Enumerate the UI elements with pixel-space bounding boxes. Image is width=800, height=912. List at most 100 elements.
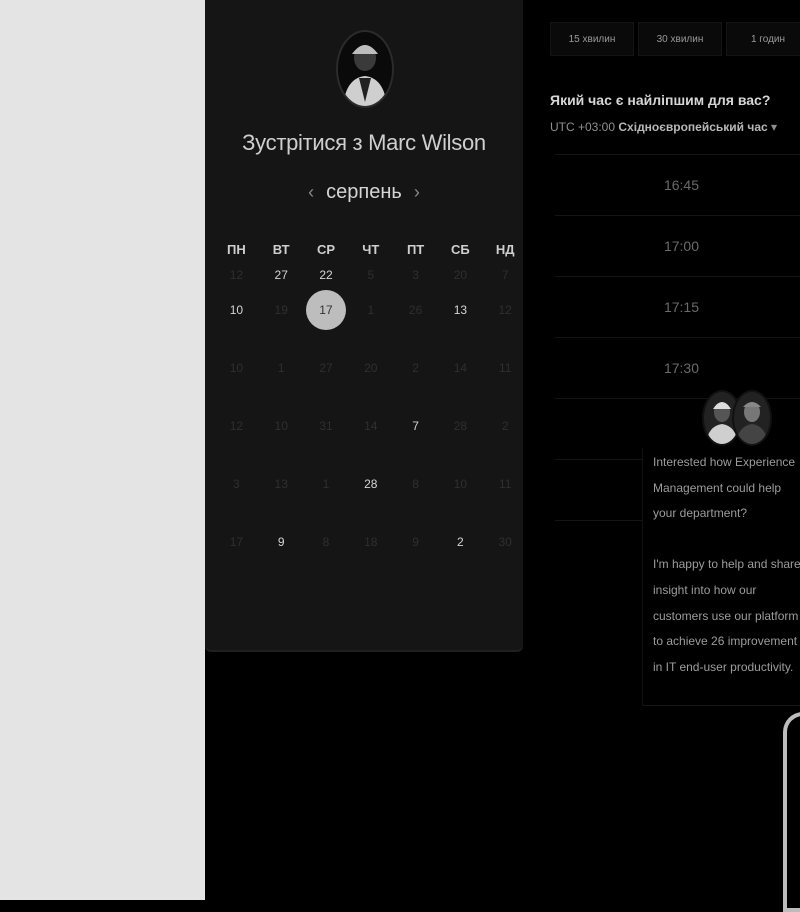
chevron-down-icon: ▾	[771, 120, 778, 134]
next-month-button[interactable]: ›	[414, 182, 420, 203]
calendar-week: 10 1 27 20 2 14 11	[214, 348, 514, 406]
day-number: 12	[229, 419, 244, 433]
calendar-day: 1	[348, 290, 393, 330]
timezone-select[interactable]: UTC +03:00 Східноєвропейський час ▾	[550, 120, 777, 134]
person-icon	[343, 45, 387, 106]
time-question: Який час є найліпшим для вас?	[550, 92, 771, 108]
calendar-grid: ПН ВТ СР ЧТ ПТ СБ НД 12 27 22 5 3 20 7 10 19 17 1 26 13 12 1…	[214, 242, 514, 580]
calendar-day: 10	[259, 406, 304, 446]
calendar-day: 30	[483, 522, 528, 562]
day-number: 17	[229, 535, 244, 549]
calendar-day: 13	[259, 464, 304, 504]
calendar-day: 26	[393, 290, 438, 330]
calendar-day[interactable]: 7	[393, 406, 438, 446]
chat-avatars[interactable]	[702, 390, 772, 446]
calendar-day[interactable]: 10	[214, 290, 259, 330]
day-number: 10	[453, 477, 468, 491]
day-number: 7	[412, 419, 419, 433]
calendar-day: 28	[438, 406, 483, 446]
calendar-day: 14	[438, 348, 483, 388]
weekday-label: ПТ	[406, 242, 425, 257]
weekday-label: ЧТ	[362, 242, 380, 257]
day-number: 28	[453, 419, 468, 433]
calendar-day: 12	[483, 290, 528, 330]
calendar-day: 10	[214, 348, 259, 388]
calendar-day: 17	[214, 522, 259, 562]
day-number: 3	[412, 268, 419, 282]
day-number: 17	[305, 290, 346, 330]
calendar-day: 1	[304, 464, 349, 504]
blank-region	[0, 0, 205, 900]
scheduler: Зустрітися з Marc Wilson ‹ серпень › ПН В…	[205, 0, 800, 912]
day-number: 9	[277, 535, 285, 549]
day-number: 10	[274, 419, 288, 433]
calendar-day: 14	[348, 406, 393, 446]
day-number: 18	[364, 535, 378, 549]
duration-options: 15 хвилин 30 хвилин 1 годин	[550, 22, 800, 56]
day-number: 11	[498, 477, 512, 491]
calendar-week: 17 9 8 18 9 2 30	[214, 522, 514, 580]
duration-option[interactable]: 1 годин	[726, 22, 800, 56]
day-number: 31	[319, 419, 333, 433]
calendar-week: 12 10 31 14 7 28 2	[214, 406, 514, 464]
calendar-card: Зустрітися з Marc Wilson ‹ серпень › ПН В…	[205, 0, 523, 650]
day-number: 12	[498, 303, 512, 317]
month-label: серпень	[326, 181, 402, 203]
day-number: 22	[319, 268, 333, 282]
calendar-day[interactable]: 13	[438, 290, 483, 330]
tz-offset: UTC +03:00	[550, 120, 616, 134]
day-number: 20	[453, 268, 468, 282]
calendar-day: 9	[393, 522, 438, 562]
selected-day[interactable]: 17	[304, 290, 349, 330]
calendar-day[interactable]: 28	[348, 464, 393, 504]
day-number: 2	[501, 419, 509, 433]
day-number: 2	[412, 361, 419, 375]
calendar-day: 12	[214, 406, 259, 446]
host-avatar	[336, 30, 394, 108]
day-number: 14	[453, 361, 468, 375]
prev-month-button[interactable]: ‹	[308, 182, 314, 203]
day-number: 10	[229, 303, 244, 317]
day-number: 1	[277, 361, 285, 375]
agent-avatar-2	[732, 390, 772, 446]
calendar-day: 19	[259, 290, 304, 330]
calendar-day: 3	[214, 464, 259, 504]
time-slot[interactable]: 17:30	[555, 337, 800, 398]
chat-message[interactable]: Interested how Experience Management cou…	[642, 448, 800, 706]
weekday-label: ВТ	[272, 242, 290, 257]
time-slot[interactable]: 17:15	[555, 276, 800, 337]
calendar-day: 8	[393, 464, 438, 504]
day-number: 19	[274, 303, 288, 317]
month-nav: ‹ серпень ›	[205, 181, 523, 204]
day-number: 2	[457, 535, 464, 549]
person-icon	[736, 402, 768, 444]
chat-launcher[interactable]	[783, 712, 800, 912]
calendar-day[interactable]: 2	[438, 522, 483, 562]
weekday-label: СР	[316, 242, 336, 257]
calendar-day: 8	[304, 522, 349, 562]
calendar-week: 3 13 1 28 8 10 11	[214, 464, 514, 522]
calendar-title: Зустрітися з Marc Wilson	[242, 130, 486, 155]
day-number: 11	[498, 361, 512, 375]
day-number: 20	[364, 361, 378, 375]
day-number: 13	[274, 477, 288, 491]
calendar-day: 1	[259, 348, 304, 388]
weekday-label: НД	[495, 242, 515, 257]
duration-option[interactable]: 15 хвилин	[550, 22, 634, 56]
day-number: 10	[229, 361, 244, 375]
calendar-week: 10 19 17 1 26 13 12	[214, 290, 514, 348]
weekday-label: СБ	[451, 242, 470, 257]
day-number: 27	[274, 268, 288, 282]
calendar-day: 10	[438, 464, 483, 504]
duration-option[interactable]: 30 хвилин	[638, 22, 722, 56]
day-number: 30	[498, 535, 512, 549]
weekday-header: ПН ВТ СР ЧТ ПТ СБ НД	[214, 242, 514, 262]
calendar-day: 2	[483, 406, 528, 446]
calendar-day[interactable]: 9	[259, 522, 304, 562]
day-number: 14	[364, 419, 378, 433]
day-number: 9	[412, 535, 419, 549]
day-number: 7	[501, 268, 509, 282]
time-slot[interactable]: 16:45	[555, 154, 800, 215]
calendar-day: 20	[348, 348, 393, 388]
time-slot[interactable]: 17:00	[555, 215, 800, 276]
